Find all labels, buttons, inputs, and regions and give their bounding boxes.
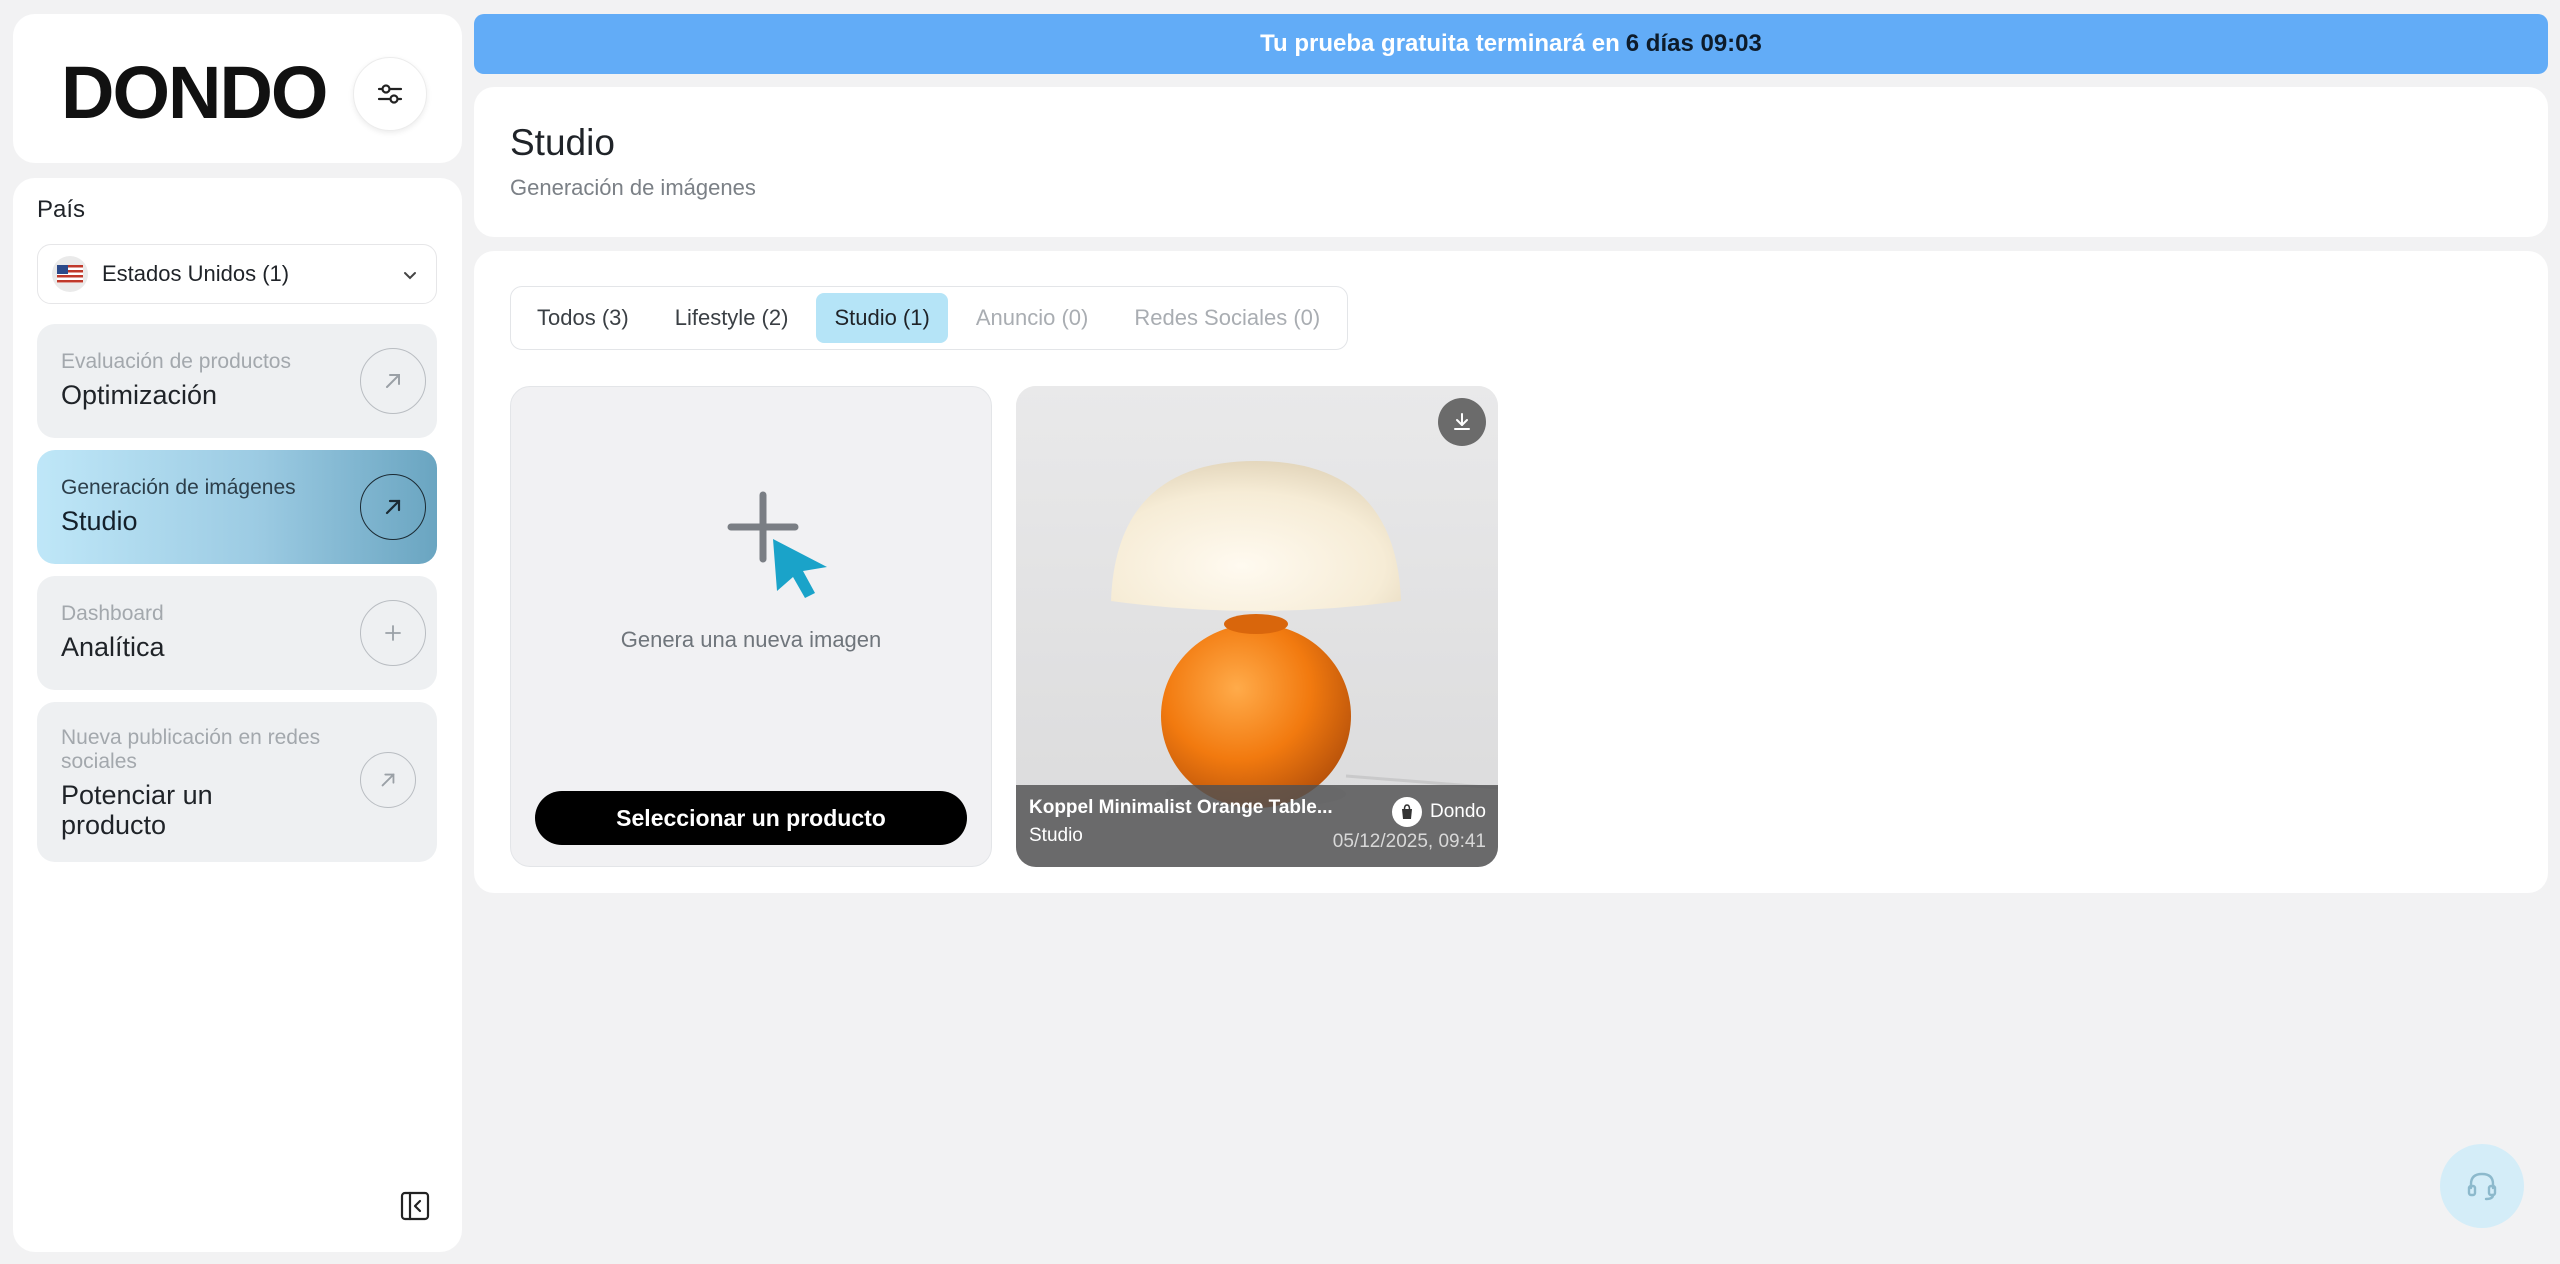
image-type: Studio [1029,825,1083,846]
image-caption: Koppel Minimalist Orange Table... Studio… [1016,785,1498,867]
nav-card-title: Potenciar un producto [61,780,213,840]
tab-anuncio[interactable]: Anuncio (0) [958,293,1107,343]
nav-card-subtitle: Nueva publicación en redes sociales [61,726,321,773]
trial-banner: Tu prueba gratuita terminará en 6 días 0… [474,14,2548,74]
country-label: País [37,196,86,223]
chevron-down-icon [404,272,416,280]
page-subtitle: Generación de imágenes [510,175,756,200]
plus-icon [360,600,426,666]
new-image-text: Genera una nueva imagen [620,627,882,652]
nav-card-subtitle: Generación de imágenes [61,476,296,499]
nav-card-title: Optimización [61,380,218,410]
nav-card-potenciar[interactable]: Nueva publicación en redes sociales Pote… [37,702,437,862]
page-title: Studio [510,122,615,163]
download-button[interactable] [1438,398,1486,446]
page-header: Studio Generación de imágenes [474,87,2548,237]
headset-icon [2467,1172,2497,1201]
image-brand: Dondo [1392,797,1486,827]
sidebar: País Estados Unidos (1) Evaluación de pr… [13,178,462,1252]
image-title: Koppel Minimalist Orange Table... [1029,797,1333,818]
nav-card-title: Analítica [61,632,165,662]
us-flag-icon [52,256,88,292]
category-tabs: Todos (3) Lifestyle (2) Studio (1) Anunc… [510,286,1348,350]
shopify-bag-icon [1392,797,1422,827]
trial-text: Tu prueba gratuita terminará en [1260,30,1620,57]
country-select[interactable]: Estados Unidos (1) [37,244,437,304]
brand-name: Dondo [1430,801,1486,822]
generated-image-card[interactable]: Koppel Minimalist Orange Table... Studio… [1016,386,1498,867]
select-product-button[interactable]: Seleccionar un producto [535,791,967,845]
support-button[interactable] [2440,1144,2524,1228]
nav-card-optimizacion[interactable]: Evaluación de productos Optimización [37,324,437,438]
image-date: 05/12/2025, 09:41 [1332,831,1486,852]
arrow-up-right-icon [360,474,426,540]
nav-card-title: Studio [61,506,138,536]
arrow-up-right-icon [360,752,416,808]
tab-todos[interactable]: Todos (3) [519,293,647,343]
nav-card-subtitle: Evaluación de productos [61,350,291,373]
filter-settings-button[interactable] [353,57,427,131]
download-icon [1454,413,1470,430]
tab-studio[interactable]: Studio (1) [816,293,948,343]
tab-redes-sociales[interactable]: Redes Sociales (0) [1116,293,1338,343]
nav-card-analitica[interactable]: Dashboard Analítica [37,576,437,690]
dondo-logo[interactable]: DONDO [61,58,351,128]
svg-text:DONDO: DONDO [61,58,326,128]
nav-card-studio[interactable]: Generación de imágenes Studio [37,450,437,564]
nav-card-subtitle: Dashboard [61,602,164,625]
sidebar-header: DONDO [13,14,462,163]
trial-countdown: 6 días 09:03 [1625,30,1762,57]
country-value: Estados Unidos (1) [102,261,290,286]
new-image-card[interactable]: Genera una nueva imagen Seleccionar un p… [510,386,992,867]
sliders-icon [377,84,403,104]
arrow-up-right-icon [360,348,426,414]
collapse-sidebar-icon[interactable] [399,1190,431,1222]
plus-cursor-icon [727,491,827,598]
tab-lifestyle[interactable]: Lifestyle (2) [657,293,807,343]
gallery-panel: Todos (3) Lifestyle (2) Studio (1) Anunc… [474,251,2548,893]
